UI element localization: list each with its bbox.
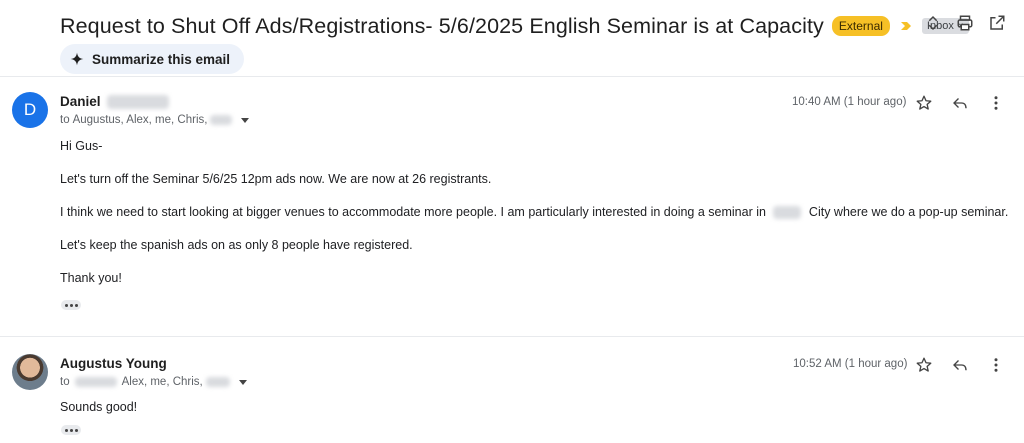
body-line: Sounds good! xyxy=(60,400,138,414)
recipients-line: to Alex, me, Chris, xyxy=(60,376,247,388)
redacted-text xyxy=(106,94,169,109)
star-icon[interactable] xyxy=(915,94,933,112)
greeting: Hi Gus- xyxy=(60,139,103,153)
body-text-part: I think we need to start looking at bigg… xyxy=(60,205,766,219)
show-trimmed-content-button[interactable] xyxy=(61,425,81,435)
print-icon[interactable] xyxy=(956,14,974,32)
more-vert-icon[interactable] xyxy=(987,94,1005,112)
recipients-prefix: to xyxy=(60,114,70,126)
sender-name[interactable]: Daniel xyxy=(60,94,169,109)
sender-name[interactable]: Augustus Young xyxy=(60,356,167,371)
redacted-text xyxy=(210,115,233,125)
divider xyxy=(0,76,1024,77)
importance-marker-icon[interactable] xyxy=(900,20,912,32)
star-icon[interactable] xyxy=(915,356,933,374)
sender-first-name: Daniel xyxy=(60,94,101,109)
message-actions xyxy=(915,356,1005,374)
subject-row: Request to Shut Off Ads/Registrations- 5… xyxy=(60,10,1024,42)
message-body: Sounds good! xyxy=(60,399,137,415)
avatar[interactable]: D xyxy=(12,92,48,128)
body-text-part: City where we do a pop-up seminar. xyxy=(808,205,1009,219)
recipients-line: to Augustus, Alex, me, Chris, xyxy=(60,114,250,126)
body-line: Let's keep the spanish ads on as only 8 … xyxy=(60,238,413,252)
show-trimmed-content-button[interactable] xyxy=(61,300,81,310)
recipients-list: Alex, me, Chris, xyxy=(121,376,203,388)
summarize-email-button[interactable]: Summarize this email xyxy=(60,44,245,74)
unfold-icon[interactable] xyxy=(924,14,942,32)
summarize-label: Summarize this email xyxy=(92,51,231,67)
external-label[interactable]: External xyxy=(831,16,890,36)
redacted-text xyxy=(205,377,230,387)
open-in-new-window-icon[interactable] xyxy=(988,14,1006,32)
message-time[interactable]: 10:40 AM (1 hour ago) xyxy=(792,96,906,108)
redacted-text xyxy=(773,206,802,220)
reply-icon[interactable] xyxy=(951,356,969,374)
message-time[interactable]: 10:52 AM (1 hour ago) xyxy=(793,358,907,370)
recipients-prefix: to xyxy=(60,376,70,388)
more-vert-icon[interactable] xyxy=(987,356,1005,374)
body-line: I think we need to start looking at bigg… xyxy=(60,204,1008,220)
body-line: Let's turn off the Seminar 5/6/25 12pm a… xyxy=(60,172,492,186)
show-details-icon[interactable] xyxy=(241,117,250,123)
sparkle-icon xyxy=(70,52,84,66)
message-body: Hi Gus- Let's turn off the Seminar 5/6/2… xyxy=(60,138,1008,286)
redacted-text xyxy=(74,377,117,387)
show-details-icon[interactable] xyxy=(238,379,247,385)
signoff: Thank you! xyxy=(60,271,122,285)
reply-icon[interactable] xyxy=(951,94,969,112)
recipients-list: Augustus, Alex, me, Chris, xyxy=(72,114,208,126)
message-actions xyxy=(915,94,1005,112)
divider xyxy=(0,336,1024,337)
avatar[interactable] xyxy=(12,354,48,390)
thread-actions xyxy=(924,14,1006,32)
email-subject: Request to Shut Off Ads/Registrations- 5… xyxy=(60,13,824,38)
